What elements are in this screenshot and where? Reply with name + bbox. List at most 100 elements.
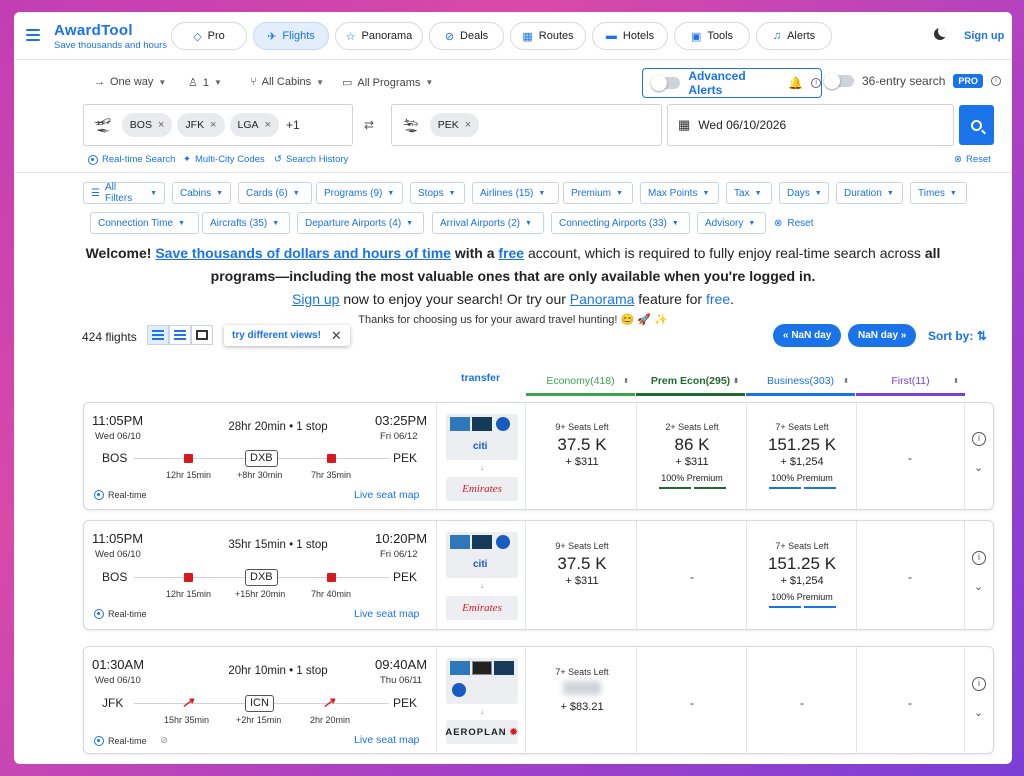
- column-business[interactable]: Business(303) ⬍: [746, 368, 855, 396]
- sort-by-button[interactable]: Sort by: ⇅: [928, 329, 987, 343]
- origin-chip[interactable]: LGA ×: [229, 113, 279, 137]
- flight-card[interactable]: 11:05PM Wed 06/10 35hr 15min • 1 stop 10…: [83, 520, 994, 631]
- search-button[interactable]: [959, 105, 994, 145]
- column-prem-econ[interactable]: Prem Econ(295) ⬍: [636, 368, 745, 396]
- live-seat-map-link[interactable]: Live seat map: [354, 608, 419, 620]
- dark-mode-icon[interactable]: [934, 28, 946, 40]
- save-link[interactable]: Save thousands of dollars and hours of t…: [155, 245, 451, 261]
- multicity-codes-link[interactable]: ✦ Multi-City Codes: [183, 154, 265, 165]
- nav-hotels[interactable]: ▬ Hotels: [592, 22, 668, 50]
- business-cell[interactable]: 7+ Seats Left 151.25 K + $1,254 100% Pre…: [748, 422, 856, 489]
- column-economy[interactable]: Economy(418) ⬍: [526, 368, 635, 396]
- free-link[interactable]: free: [706, 291, 730, 307]
- points: 151.25 K: [767, 554, 837, 573]
- origin-chip[interactable]: JFK ×: [177, 113, 225, 137]
- info-icon[interactable]: i: [990, 76, 1001, 86]
- filter-arrival-airports[interactable]: Arrival Airports (2) ▼: [432, 212, 544, 234]
- swap-icon[interactable]: ⇄: [364, 118, 374, 132]
- filter-airlines[interactable]: Airlines (15) ▼: [472, 182, 559, 204]
- nav-label: Tools: [707, 30, 734, 42]
- filter-stops[interactable]: Stops ▼: [410, 182, 465, 204]
- filter-reset[interactable]: ⊗ Reset: [774, 212, 814, 234]
- filter-duration[interactable]: Duration ▼: [836, 182, 903, 204]
- info-icon[interactable]: i: [972, 677, 986, 691]
- destination-field[interactable]: 🛬︎ PEK ×: [391, 104, 662, 146]
- nav-routes[interactable]: ▦ Routes: [510, 22, 586, 50]
- remove-icon[interactable]: ×: [265, 119, 271, 131]
- bilt-logo-icon: [472, 661, 492, 675]
- chevron-down-icon[interactable]: ⌄: [974, 580, 983, 593]
- filter-max-points[interactable]: Max Points ▼: [640, 182, 719, 204]
- next-day-button[interactable]: NaN day »: [848, 324, 917, 347]
- filter-days[interactable]: Days ▼: [779, 182, 829, 204]
- filter-advisory[interactable]: Advisory ▼: [697, 212, 766, 234]
- filter-tax[interactable]: Tax ▼: [726, 182, 772, 204]
- trip-type-select[interactable]: → One way ▼: [94, 76, 166, 88]
- economy-cell[interactable]: 9+ Seats Left 37.5 K + $311: [528, 541, 636, 587]
- sign-up-link[interactable]: Sign up: [964, 30, 1004, 42]
- filter-connecting-airports[interactable]: Connecting Airports (33) ▼: [551, 212, 690, 234]
- chevron-down-icon[interactable]: ⌄: [974, 706, 983, 719]
- programs-select[interactable]: ▭ All Programs ▼: [342, 76, 433, 90]
- brand-logo[interactable]: AwardTool Save thousands and hours: [54, 22, 167, 51]
- remove-icon[interactable]: ×: [158, 119, 164, 131]
- live-seat-map-link[interactable]: Live seat map: [354, 734, 419, 746]
- realtime-search-toggle[interactable]: Real-time Search: [88, 154, 175, 165]
- column-first[interactable]: First(11) ⬍: [856, 368, 965, 396]
- view-compact-button[interactable]: [147, 325, 169, 345]
- view-list-button[interactable]: [169, 325, 191, 345]
- filter-connection-time[interactable]: Connection Time ▼: [90, 212, 199, 234]
- nav-label: Flights: [282, 30, 315, 42]
- origin-chip[interactable]: BOS ×: [121, 113, 173, 137]
- info-icon[interactable]: i: [811, 78, 821, 88]
- divider: [964, 647, 965, 755]
- panorama-link[interactable]: Panorama: [570, 291, 635, 307]
- filter-all[interactable]: ☰ All Filters ▼: [83, 182, 165, 204]
- flight-card[interactable]: 01:30AM Wed 06/10 20hr 10min • 1 stop 09…: [83, 646, 994, 755]
- advanced-alerts-toggle[interactable]: [651, 75, 681, 91]
- filter-aircrafts[interactable]: Aircrafts (35) ▼: [202, 212, 290, 234]
- filter-departure-airports[interactable]: Departure Airports (4) ▼: [297, 212, 424, 234]
- filter-cards[interactable]: Cards (6) ▼: [238, 182, 312, 204]
- remove-icon[interactable]: ×: [210, 119, 216, 131]
- nav-panorama[interactable]: ☆ Panorama: [335, 22, 423, 50]
- transfer-cards: [446, 658, 518, 704]
- flight-card[interactable]: 11:05PM Wed 06/10 28hr 20min • 1 stop 03…: [83, 402, 994, 511]
- search-history-link[interactable]: ↺ Search History: [274, 154, 348, 165]
- passengers-select[interactable]: ♙ 1 ▼: [188, 76, 222, 90]
- reset-search-link[interactable]: ⊗ Reset: [954, 154, 991, 165]
- free-link[interactable]: free: [498, 245, 524, 261]
- chevron-down-icon[interactable]: ⌄: [974, 461, 983, 474]
- economy-cell[interactable]: 9+ Seats Left 37.5 K + $311: [528, 422, 636, 468]
- destination-chip[interactable]: PEK ×: [429, 113, 480, 137]
- amex-logo-icon: [450, 417, 470, 431]
- remove-icon[interactable]: ×: [465, 119, 471, 131]
- grid-icon: [196, 330, 208, 340]
- info-icon[interactable]: i: [972, 432, 986, 446]
- entry-search-toggle[interactable]: [824, 73, 854, 89]
- filter-programs[interactable]: Programs (9) ▼: [316, 182, 403, 204]
- nav-tools[interactable]: ▣ Tools: [674, 22, 750, 50]
- prem-econ-cell[interactable]: 2+ Seats Left 86 K + $311 100% Premium: [638, 422, 746, 489]
- filter-times[interactable]: Times ▼: [910, 182, 967, 204]
- origin-field[interactable]: 🛫︎ BOS × JFK × LGA × +1: [83, 104, 353, 146]
- close-icon[interactable]: ✕: [331, 328, 342, 344]
- filter-label: Aircrafts (35): [210, 217, 268, 229]
- nav-alerts[interactable]: ♫ Alerts: [756, 22, 832, 50]
- menu-icon[interactable]: [26, 29, 40, 41]
- economy-cell[interactable]: 7+ Seats Left + $83.21: [528, 667, 636, 713]
- column-label: First(11): [891, 374, 930, 387]
- prev-day-button[interactable]: « NaN day: [773, 324, 842, 347]
- nav-deals[interactable]: ⊘ Deals: [429, 22, 504, 50]
- nav-flights[interactable]: ✈ Flights: [253, 22, 329, 50]
- filter-premium[interactable]: Premium ▼: [563, 182, 633, 204]
- nav-pro[interactable]: ◇ Pro: [171, 22, 247, 50]
- cabins-select[interactable]: ⑂ All Cabins ▼: [250, 76, 324, 88]
- filter-cabins[interactable]: Cabins ▼: [172, 182, 231, 204]
- date-field[interactable]: ▦ Wed 06/10/2026: [667, 104, 954, 146]
- view-grid-button[interactable]: [191, 325, 213, 345]
- business-cell[interactable]: 7+ Seats Left 151.25 K + $1,254 100% Pre…: [748, 541, 856, 608]
- info-icon[interactable]: i: [972, 551, 986, 565]
- live-seat-map-link[interactable]: Live seat map: [354, 489, 419, 501]
- sign-up-link[interactable]: Sign up: [292, 291, 339, 307]
